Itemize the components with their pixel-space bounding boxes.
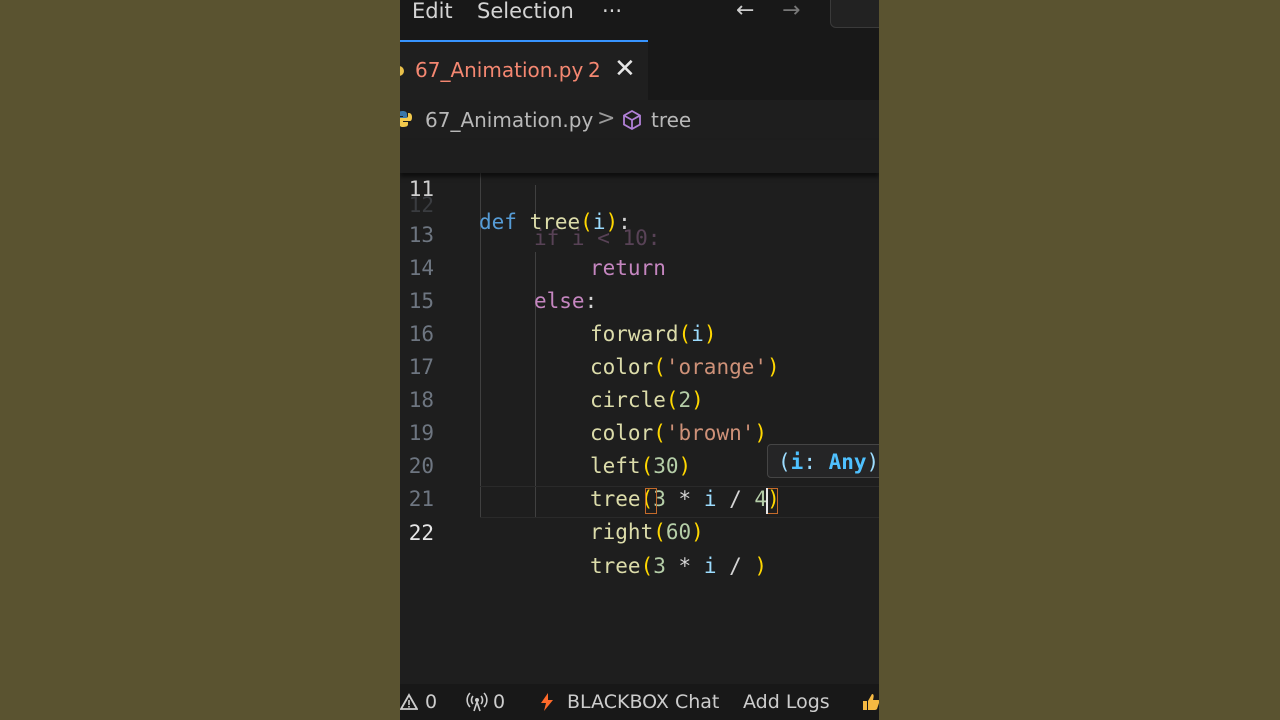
warning-icon[interactable] [400,684,419,720]
problems-count[interactable]: 0 [425,684,437,720]
command-center[interactable] [830,0,879,28]
vscode-window: Edit Selection ··· ← → 67_Animation.py 2… [400,0,879,720]
tab-bar: 67_Animation.py 2 ✕ [400,40,879,100]
number-argument: 3 [653,554,666,578]
code-text: def tree(i): [479,206,631,239]
broadcast-icon[interactable] [466,684,488,720]
colon: : [618,210,631,234]
forward-arrow-icon[interactable]: → [782,0,800,22]
breadcrumb-file[interactable]: 67_Animation.py [425,108,593,132]
paren-close: ) [754,554,768,578]
menu-bar: Edit Selection ··· ← → [400,0,879,40]
thumbs-up-icon[interactable] [861,684,879,720]
number-argument: 60 [665,520,692,544]
symbol-method-icon [623,109,641,131]
python-icon [400,111,412,127]
code-line: 16 color('orange') [400,285,879,379]
tab-67-animation[interactable]: 67_Animation.py 2 ✕ [400,40,648,100]
paren-open: ( [653,520,666,544]
paren-close: ) [691,520,704,544]
operator: * [665,554,704,578]
hint-type: Any [828,450,867,474]
param-name: i [592,210,606,234]
breadcrumb: 67_Animation.py > tree [400,100,879,140]
code-line: 17 circle(2) [400,318,879,412]
tab-filename: 67_Animation.py [415,58,584,82]
chevron-right-icon: > [597,106,616,131]
bracket-match-highlight [645,488,657,514]
tab-problem-count: 2 [588,58,601,82]
close-icon[interactable]: ✕ [614,54,636,84]
video-backdrop-right [879,0,1280,720]
argument: i [703,554,717,578]
status-bar: 0 0 BLACKBOX Chat Add Logs [400,684,879,720]
code-line: 18 color('brown') [400,351,879,445]
parameter-hint-tooltip: (i: Any) [767,444,879,478]
python-file-icon [400,66,404,76]
sticky-scroll-header[interactable]: 11 def tree(i): [400,140,879,234]
hint-sep: : [803,450,829,474]
line-number: 22 [408,521,434,545]
blackbox-chat-button[interactable]: BLACKBOX Chat [567,684,719,720]
ports-count[interactable]: 0 [493,684,505,720]
text-cursor [766,488,768,514]
video-backdrop-left [0,0,400,720]
code-line: 19 left(30) [400,384,879,478]
line-number: 11 [408,177,434,201]
code-line-active: 22 tree(3 * i / ) [400,484,879,578]
keyword-def: def [479,210,517,234]
paren-open: ( [640,554,654,578]
function-name: tree [529,210,581,234]
operator: / [716,554,755,578]
code-editor[interactable]: 11 def tree(i): 12 if i < 10: 13 return … [400,140,879,680]
lightning-icon [539,684,555,720]
breadcrumb-symbol[interactable]: tree [651,108,691,132]
paren-open: ( [580,210,593,234]
hint-open: ( [778,450,791,474]
menu-edit[interactable]: Edit [412,0,453,22]
menu-selection[interactable]: Selection [477,0,574,22]
code-line: 11 def tree(i): [400,140,879,234]
add-logs-button[interactable]: Add Logs [743,684,830,720]
hint-param: i [790,450,804,474]
menu-more[interactable]: ··· [602,0,622,22]
hint-close: ) [866,450,879,474]
function-call: right [590,520,654,544]
paren-close: ) [605,210,619,234]
back-arrow-icon[interactable]: ← [736,0,754,22]
function-call: tree [590,554,641,578]
code-text: tree(3 * i / ) [590,550,767,583]
code-text: right(60) [590,516,704,549]
